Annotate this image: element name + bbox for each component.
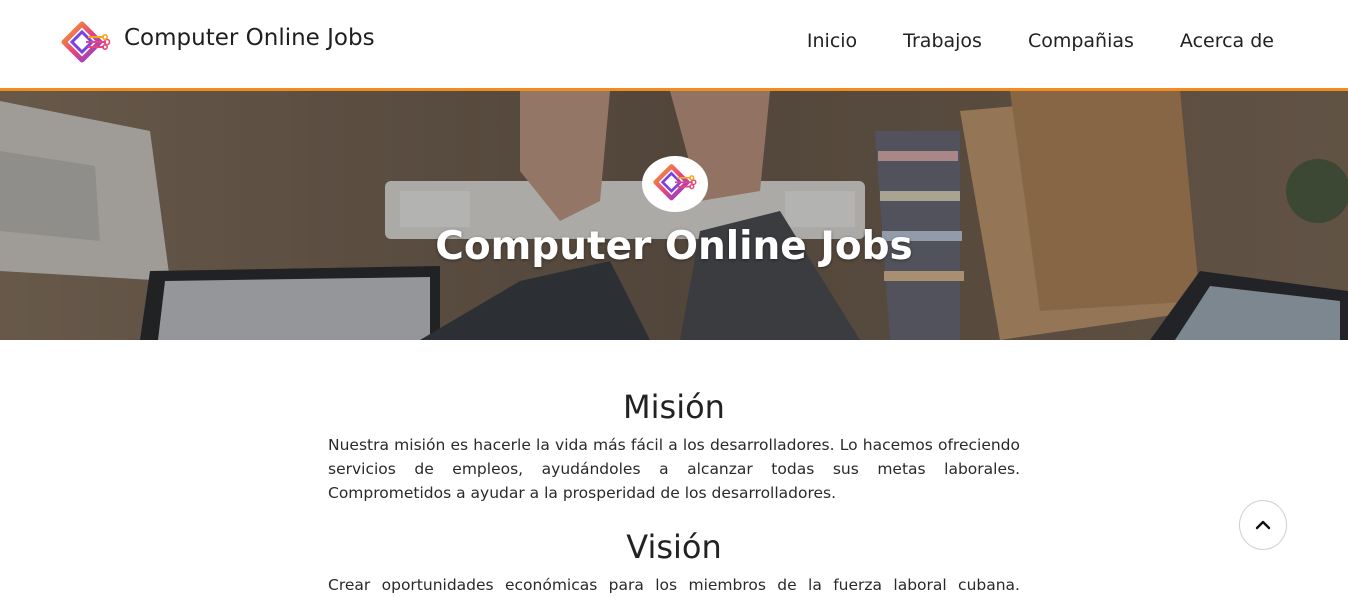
brand-link[interactable]: Computer Online Jobs	[60, 20, 375, 68]
mission-section: Misión Nuestra misión es hacerle la vida…	[328, 385, 1020, 505]
hero-banner: Computer Online Jobs	[0, 91, 1348, 340]
nav-item-trabajos[interactable]: Trabajos	[903, 30, 982, 52]
vision-text: Crear oportunidades económicas para los …	[328, 576, 1020, 594]
nav-item-companias[interactable]: Compañias	[1028, 30, 1134, 52]
brand-name: Computer Online Jobs	[124, 25, 375, 51]
hero-logo	[642, 156, 708, 212]
chevron-up-icon	[1255, 520, 1271, 530]
circuit-diamond-icon	[653, 164, 697, 201]
hero-title: Computer Online Jobs	[435, 224, 913, 269]
vision-heading: Visión	[626, 528, 722, 566]
nav-item-inicio[interactable]: Inicio	[807, 30, 857, 52]
nav-item-acerca-de[interactable]: Acerca de	[1180, 30, 1274, 52]
mission-heading: Misión	[623, 388, 725, 426]
navbar: Computer Online Jobs Inicio Trabajos Com…	[0, 0, 1348, 91]
mission-text: Nuestra misión es hacerle la vida más fá…	[328, 436, 1020, 502]
main-nav: Inicio Trabajos Compañias Acerca de	[761, 30, 1274, 52]
circuit-diamond-icon	[61, 21, 111, 63]
back-to-top-button[interactable]	[1239, 500, 1287, 550]
hero-overlay	[0, 91, 1348, 340]
about-content: Misión Nuestra misión es hacerle la vida…	[328, 385, 1020, 597]
vision-section: Visión Crear oportunidades económicas pa…	[328, 525, 1020, 597]
